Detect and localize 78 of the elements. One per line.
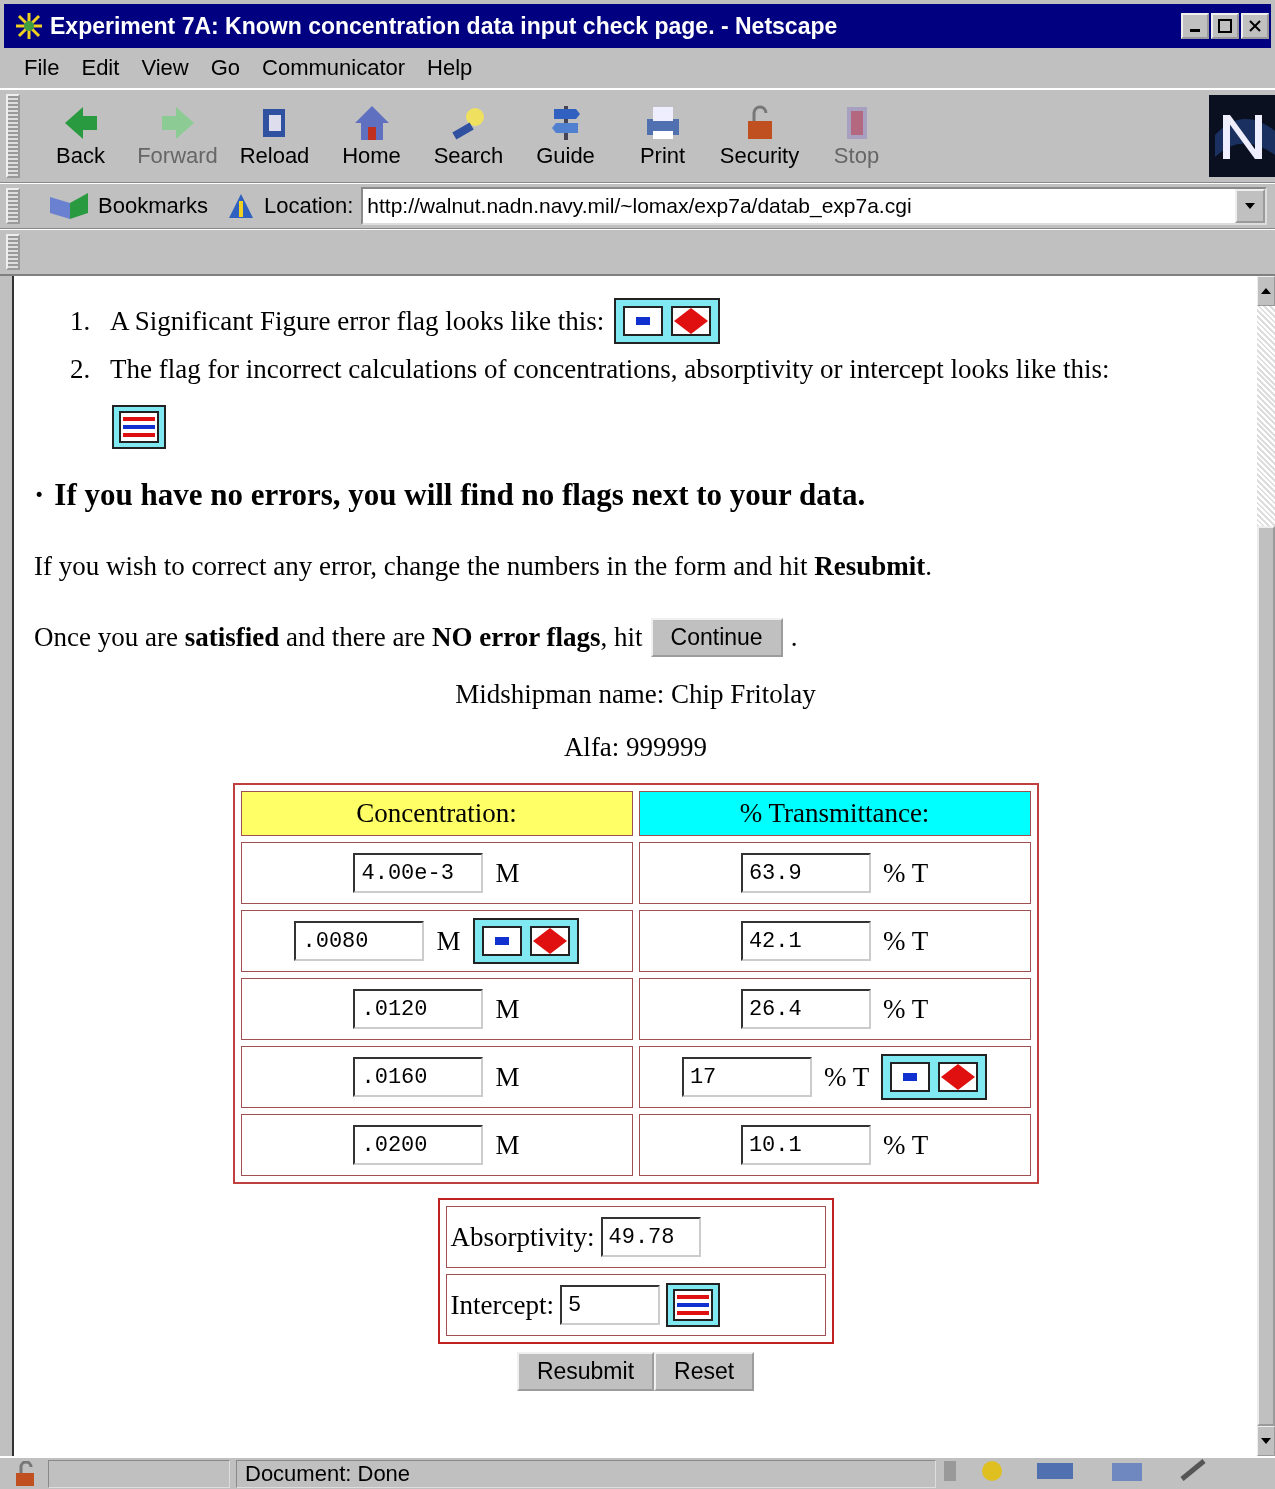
toolbar-button[interactable]: Reload <box>226 99 323 173</box>
alfa-text: Alfa: 999999 <box>562 732 709 763</box>
scroll-down-icon <box>1259 1436 1273 1446</box>
input-field[interactable]: 49.78 <box>600 1217 701 1257</box>
close-button[interactable] <box>1241 13 1269 39</box>
toolbar-button[interactable]: Security <box>711 99 808 173</box>
input-field[interactable]: .0080 <box>294 921 425 961</box>
menu-item[interactable]: Help <box>417 55 485 81</box>
window-title: Experiment 7A: Known concentration data input check page. - Netscape <box>50 12 839 40</box>
form-button[interactable]: Reset <box>654 1352 755 1391</box>
bullet: · <box>34 477 45 513</box>
error-flag-icon <box>614 298 721 344</box>
toolbar-button[interactable]: Back <box>32 99 129 173</box>
field-label: Absorptivity: <box>450 1221 595 1253</box>
menu-item[interactable]: Go <box>200 55 253 81</box>
error-flag-icon <box>112 405 166 449</box>
menu-item[interactable]: Edit <box>71 55 132 81</box>
scrollbar[interactable] <box>1257 276 1275 1456</box>
input-field[interactable]: 26.4 <box>740 989 871 1029</box>
period: . <box>790 622 798 653</box>
location-label: Location: <box>264 193 354 219</box>
minimize-button[interactable] <box>1181 13 1209 39</box>
list-number: 1. <box>70 305 92 337</box>
unit-label: % T <box>882 1129 929 1161</box>
toolbar-grip[interactable] <box>6 94 20 178</box>
name-text: Midshipman name: Chip Fritolay <box>454 679 817 710</box>
unit-label: % T <box>882 857 929 889</box>
maximize-button[interactable] <box>1211 13 1239 39</box>
input-field[interactable]: 5 <box>559 1285 660 1325</box>
input-field[interactable]: .0120 <box>353 989 484 1029</box>
input-field[interactable]: 17 <box>681 1057 812 1097</box>
url-field[interactable]: http://walnut.nadn.navy.mil/~lomax/exp7a/datab_exp7a.cgi <box>361 187 1267 225</box>
close-icon <box>1248 19 1262 33</box>
input-field[interactable]: 42.1 <box>740 921 871 961</box>
scroll-up-icon <box>1259 286 1273 296</box>
input-field[interactable]: 10.1 <box>740 1125 871 1165</box>
input-field[interactable]: .0200 <box>353 1125 484 1165</box>
unit-label: % T <box>882 993 929 1025</box>
minimize-icon <box>1190 28 1200 32</box>
status-text: Document: Done <box>245 1460 411 1487</box>
unit-label: M <box>436 925 461 957</box>
input-field[interactable]: .0160 <box>353 1057 484 1097</box>
toolbar-grip[interactable] <box>6 234 20 270</box>
unit-label: M <box>495 993 520 1025</box>
toolbar-button[interactable]: Guide <box>517 99 614 173</box>
unit-label: M <box>495 1061 520 1093</box>
list-number: 2. <box>70 354 92 385</box>
toolbar-button[interactable]: Search <box>420 99 517 173</box>
field-label: Intercept: <box>450 1289 554 1321</box>
headline-text: If you have no errors, you will find no flags next to your data. <box>54 477 866 513</box>
legend-text: A Significant Figure error flag looks like this: <box>110 305 605 337</box>
bookmarks-button[interactable]: Bookmarks <box>48 191 219 221</box>
error-flag-icon <box>881 1054 988 1100</box>
instruction-text: If you wish to correct any error, change the numbers in the form and hit Resubmit. <box>34 551 933 582</box>
toolbar-button[interactable]: Home <box>323 99 420 173</box>
input-field[interactable]: 63.9 <box>740 853 871 893</box>
toolbar-grip[interactable] <box>6 188 20 224</box>
unit-label: % T <box>823 1061 870 1093</box>
error-flag-icon <box>472 918 579 964</box>
menu-item[interactable]: File <box>14 55 72 81</box>
column-header: % Transmittance: <box>638 791 1031 836</box>
legend-text: The flag for incorrect calculations of concentrations, absorptivity or intercept looks like this: <box>110 354 1110 385</box>
unit-label: M <box>495 857 520 889</box>
input-field[interactable]: 4.00e-3 <box>353 853 484 893</box>
error-flag-icon <box>665 1283 720 1327</box>
dropdown-arrow-icon <box>1243 201 1257 211</box>
app-icon <box>14 11 44 41</box>
unit-label: % T <box>882 925 929 957</box>
menu-item[interactable]: View <box>131 55 201 81</box>
form-button[interactable]: Resubmit <box>516 1352 655 1391</box>
instruction-text: Once you are satisfied and there are NO error flags, hit <box>34 622 643 653</box>
unit-label: M <box>495 1129 520 1161</box>
continue-button[interactable]: Continue <box>650 618 783 657</box>
toolbar-button[interactable]: Print <box>614 99 711 173</box>
menu-item[interactable]: Communicator <box>252 55 418 81</box>
column-header: Concentration: <box>240 791 633 836</box>
logo-icon <box>1209 95 1275 177</box>
maximize-icon <box>1218 19 1232 33</box>
